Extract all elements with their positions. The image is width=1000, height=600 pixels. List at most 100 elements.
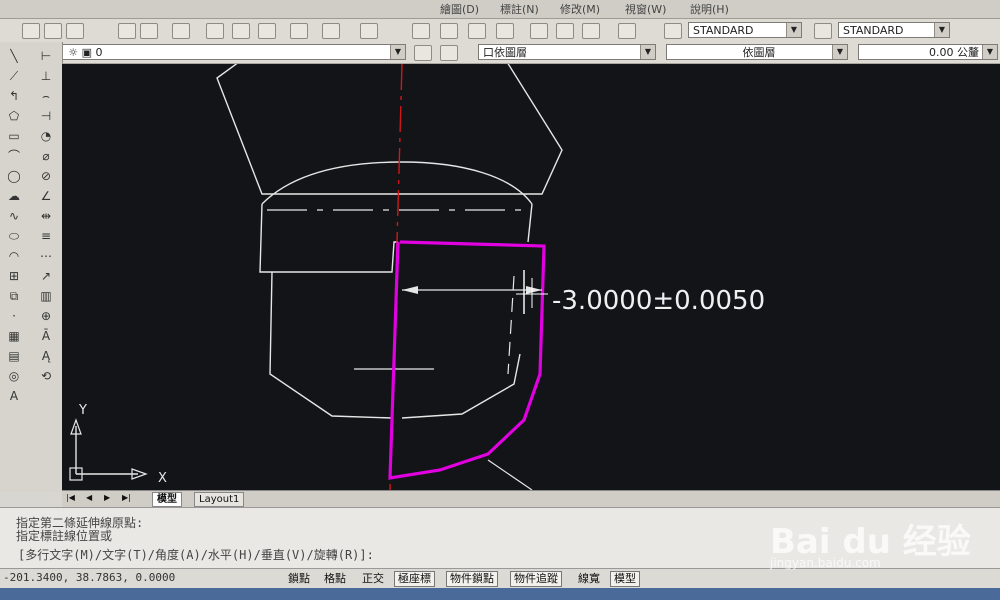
hatch-icon[interactable]: ▦ — [6, 328, 22, 344]
polygon-icon[interactable]: ⬠ — [6, 108, 22, 124]
tab-layout1[interactable]: Layout1 — [194, 492, 245, 507]
dim-update-icon[interactable]: ⟲ — [38, 368, 54, 384]
new-file-icon[interactable] — [22, 23, 40, 39]
dimension-arrow-right — [526, 286, 542, 294]
ellipse-icon[interactable]: ⬭ — [6, 228, 22, 244]
baidu-watermark: Bai du 经验 jingyan.baidu.com — [760, 494, 1000, 584]
angular-icon[interactable]: ∠ — [38, 188, 54, 204]
make-current-layer-icon[interactable] — [414, 45, 432, 61]
open-file-icon[interactable] — [44, 23, 62, 39]
arc-icon[interactable]: ⌒ — [6, 148, 22, 164]
spline-icon[interactable]: ∿ — [6, 208, 22, 224]
polar-toggle[interactable]: 極座標 — [394, 571, 435, 587]
diameter-icon[interactable]: ⊘ — [38, 168, 54, 184]
osnap-toggle[interactable]: 物件鎖點 — [446, 571, 498, 587]
properties-icon[interactable] — [530, 23, 548, 39]
last-tab-icon[interactable]: ▶| — [122, 493, 131, 502]
menu-modify[interactable]: 修改(M) — [560, 1, 600, 17]
continue-icon[interactable]: ⋯ — [38, 248, 54, 264]
standard-toolbar: STANDARD ▼ STANDARD ▼ — [0, 19, 1000, 42]
linear-dimension-icon[interactable]: ⊢ — [38, 48, 54, 64]
quick-dim-icon[interactable]: ⇹ — [38, 208, 54, 224]
model-space-toggle[interactable]: 模型 — [610, 571, 640, 587]
gradient-icon[interactable]: ▤ — [6, 348, 22, 364]
pan-icon[interactable] — [412, 23, 430, 39]
ellipse-arc-icon[interactable]: ◠ — [6, 248, 22, 264]
region-icon[interactable]: ◎ — [6, 368, 22, 384]
first-tab-icon[interactable]: |◀ — [66, 493, 75, 502]
dim-text-edit-icon[interactable]: Ą — [38, 348, 54, 364]
zoom-window-icon[interactable] — [468, 23, 486, 39]
multiline-text-icon[interactable]: A — [6, 388, 22, 404]
tab-model[interactable]: 模型 — [152, 492, 182, 507]
construction-line-icon[interactable]: ⟋ — [6, 68, 22, 84]
publish-icon[interactable] — [172, 23, 190, 39]
aligned-dimension-icon[interactable]: ⊥ — [38, 68, 54, 84]
baseline-icon[interactable]: ≡ — [38, 228, 54, 244]
lower-body-right — [401, 353, 521, 419]
ucs-y-label: Y — [78, 403, 87, 418]
draw-modify-toolbars: ╲ ⟋ ↰ ⬠ ▭ ⌒ ◯ ☁ ∿ ⬭ ◠ ⊞ ⧉ · ▦ ▤ ◎ A ⊢ ⊥ … — [0, 42, 63, 492]
dim-edit-icon[interactable]: Ā — [38, 328, 54, 344]
grid-toggle[interactable]: 格點 — [320, 571, 350, 587]
design-center-icon[interactable] — [556, 23, 574, 39]
menu-window[interactable]: 視窗(W) — [625, 1, 666, 17]
lineweight-select[interactable]: 0.00 公釐 ▼ — [858, 44, 998, 60]
save-icon[interactable] — [66, 23, 84, 39]
drawing-canvas[interactable]: Y X -3.0000±0.0050 — [62, 53, 1000, 491]
jogged-icon[interactable]: ⌀ — [38, 148, 54, 164]
match-properties-icon[interactable] — [290, 23, 308, 39]
tolerance-icon[interactable]: ▥ — [38, 288, 54, 304]
line-tool-icon[interactable]: ╲ — [6, 48, 22, 64]
upper-trapezoid — [216, 53, 563, 195]
chevron-down-icon: ▼ — [982, 45, 997, 59]
menu-dimension[interactable]: 標註(N) — [500, 1, 539, 17]
command-prompt[interactable]: [多行文字(M)/文字(T)/角度(A)/水平(H)/垂直(V)/旋轉(R)]: — [18, 546, 374, 563]
leader-icon[interactable]: ↗ — [38, 268, 54, 284]
dim-style-select[interactable]: STANDARD ▼ — [838, 22, 950, 38]
chevron-down-icon: ▼ — [934, 23, 949, 37]
cut-icon[interactable] — [206, 23, 224, 39]
otrack-toggle[interactable]: 物件追蹤 — [510, 571, 562, 587]
layer-select[interactable]: 💡 ☼ ▣ 0 ▼ — [46, 44, 406, 60]
layer-previous-icon[interactable] — [440, 45, 458, 61]
ortho-toggle[interactable]: 正交 — [358, 571, 388, 587]
help-icon[interactable] — [618, 23, 636, 39]
rectangle-icon[interactable]: ▭ — [6, 128, 22, 144]
revision-cloud-icon[interactable]: ☁ — [6, 188, 22, 204]
next-tab-icon[interactable]: ▶ — [104, 493, 110, 502]
print-icon[interactable] — [118, 23, 136, 39]
selected-boundary — [388, 240, 546, 480]
text-style-icon[interactable] — [664, 23, 682, 39]
linetype-select[interactable]: 依圖層 ▼ — [666, 44, 848, 60]
redo-icon[interactable] — [360, 23, 378, 39]
prev-tab-icon[interactable]: ◀ — [86, 493, 92, 502]
ordinate-icon[interactable]: ⊣ — [38, 108, 54, 124]
paste-icon[interactable] — [258, 23, 276, 39]
menu-draw[interactable]: 繪圖(D) — [440, 1, 479, 17]
circle-icon[interactable]: ◯ — [6, 168, 22, 184]
center-mark-icon[interactable]: ⊕ — [38, 308, 54, 324]
zoom-realtime-icon[interactable] — [440, 23, 458, 39]
insert-block-icon[interactable]: ⊞ — [6, 268, 22, 284]
undo-icon[interactable] — [322, 23, 340, 39]
zoom-previous-icon[interactable] — [496, 23, 514, 39]
preview-icon[interactable] — [140, 23, 158, 39]
dim-style-icon[interactable] — [814, 23, 832, 39]
tool-palettes-icon[interactable] — [582, 23, 600, 39]
block-right-edge — [527, 203, 533, 243]
arc-length-icon[interactable]: ⌢ — [38, 88, 54, 104]
text-style-select[interactable]: STANDARD ▼ — [688, 22, 802, 38]
make-block-icon[interactable]: ⧉ — [6, 288, 22, 304]
dimension-text: -3.0000±0.0050 — [552, 286, 765, 316]
menu-help[interactable]: 說明(H) — [690, 1, 729, 17]
lineweight-toggle[interactable]: 線寬 — [574, 571, 604, 587]
snap-toggle[interactable]: 鎖點 — [284, 571, 314, 587]
polyline-icon[interactable]: ↰ — [6, 88, 22, 104]
color-select[interactable]: 口依圖層 ▼ — [478, 44, 656, 60]
windows-taskbar — [0, 588, 1000, 600]
point-icon[interactable]: · — [6, 308, 22, 324]
watermark-url: jingyan.baidu.com — [770, 556, 881, 570]
radius-icon[interactable]: ◔ — [38, 128, 54, 144]
copy-icon[interactable] — [232, 23, 250, 39]
